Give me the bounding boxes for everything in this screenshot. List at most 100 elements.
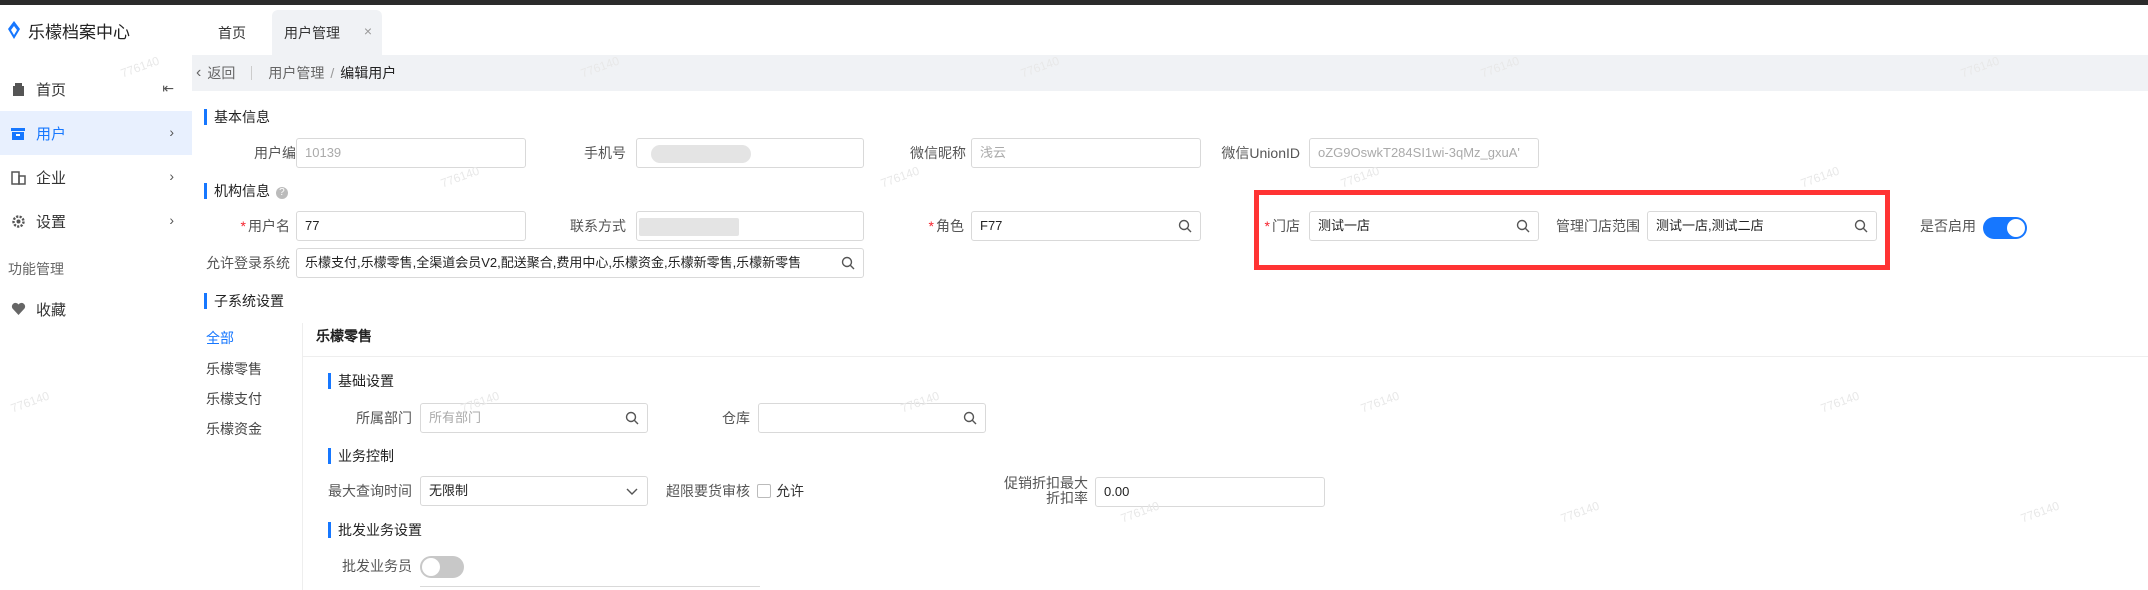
user-icon xyxy=(10,125,26,141)
chevron-down-icon xyxy=(626,488,638,495)
contact-label: 联系方式 xyxy=(570,218,626,234)
subnav-pay[interactable]: 乐檬支付 xyxy=(206,389,262,409)
max-query-label: 最大查询时间 xyxy=(328,483,412,499)
user-no-field[interactable]: 10139 xyxy=(296,138,526,168)
max-query-value: 无限制 xyxy=(429,483,469,498)
store-scope-field[interactable]: 测试一店,测试二店 xyxy=(1647,211,1877,241)
help-icon[interactable]: ? xyxy=(275,187,288,199)
search-icon[interactable] xyxy=(1516,219,1530,233)
store-scope-label: 管理门店范围 xyxy=(1556,218,1640,234)
search-icon[interactable] xyxy=(1178,219,1192,233)
chevron-right-icon: › xyxy=(169,212,174,228)
tab-bar: 首页 用户管理 × xyxy=(192,5,2148,55)
section-basic-info: 基本信息 xyxy=(204,108,270,126)
unionid-field[interactable]: oZG9OswkT284SI1wi-3qMz_gxuA' xyxy=(1309,138,1539,168)
search-icon[interactable] xyxy=(1854,219,1868,233)
user-no-label: 用户编号 xyxy=(254,145,310,161)
subnav-all[interactable]: 全部 xyxy=(206,328,234,348)
username-field[interactable]: 77 xyxy=(296,211,526,241)
panel-title: 乐檬零售 xyxy=(316,328,372,344)
username-label: * 用户名 xyxy=(240,218,290,234)
enabled-toggle[interactable] xyxy=(1983,217,2027,239)
section-org-info-title: 机构信息 xyxy=(214,183,270,199)
role-value: F77 xyxy=(980,218,1003,233)
max-query-select[interactable]: 无限制 xyxy=(420,476,648,506)
store-scope-value: 测试一店,测试二店 xyxy=(1656,218,1764,233)
sidebar-item-label: 收藏 xyxy=(36,301,67,319)
app-logo[interactable]: 乐檬档案中心 xyxy=(0,5,192,55)
role-label: * 角色 xyxy=(928,218,964,234)
redacted-phone xyxy=(651,145,751,163)
store-label: * 门店 xyxy=(1264,218,1300,234)
redacted-contact xyxy=(639,218,739,236)
wechat-nick-field[interactable]: 浅云 xyxy=(971,138,1201,168)
breadcrumb: ‹ 返回 用户管理 / 编辑用户 xyxy=(192,55,2148,91)
section-business-control: 业务控制 xyxy=(328,447,394,465)
unionid-label: 微信UnionID xyxy=(1221,145,1300,161)
department-field[interactable]: 所有部门 xyxy=(420,403,648,433)
store-label-text: 门店 xyxy=(1272,218,1300,234)
section-basic-settings: 基础设置 xyxy=(328,372,394,390)
search-icon[interactable] xyxy=(625,411,639,425)
sidebar-item-label: 首页 xyxy=(36,81,67,99)
subnav-fund[interactable]: 乐檬资金 xyxy=(206,419,262,439)
wechat-nick-label: 微信昵称 xyxy=(910,145,966,161)
chevron-right-icon: › xyxy=(169,168,174,184)
subnav-retail[interactable]: 乐檬零售 xyxy=(206,359,262,379)
next-field-edge xyxy=(420,586,760,590)
role-label-text: 角色 xyxy=(936,218,964,234)
allow-label: 允许 xyxy=(776,483,804,499)
sidebar-item-users[interactable]: 用户 › xyxy=(0,111,192,155)
discount-label: 促销折扣最大 折扣率 xyxy=(990,476,1088,506)
back-button[interactable]: ‹ 返回 xyxy=(196,63,235,83)
login-system-field[interactable]: 乐檬支付,乐檬零售,全渠道会员V2,配送聚合,费用中心,乐檬资金,乐檬新零售,乐… xyxy=(296,248,864,278)
sidebar-item-favorites[interactable]: 收藏 xyxy=(0,287,192,331)
section-org-info: 机构信息 ? xyxy=(204,182,288,200)
warehouse-label: 仓库 xyxy=(722,410,750,426)
collapse-icon[interactable]: ⇤ xyxy=(162,80,174,97)
sidebar-item-enterprise[interactable]: 企业 › xyxy=(0,155,192,199)
tab-label: 首页 xyxy=(218,24,246,41)
login-system-value: 乐檬支付,乐檬零售,全渠道会员V2,配送聚合,费用中心,乐檬资金,乐檬新零售,乐… xyxy=(305,255,802,270)
breadcrumb-parent[interactable]: 用户管理 xyxy=(268,63,324,83)
tab-user-management[interactable]: 用户管理 × xyxy=(272,10,382,55)
wholesale-clerk-toggle[interactable] xyxy=(420,556,464,578)
login-system-label: 允许登录系统 xyxy=(206,255,290,271)
tab-label: 用户管理 xyxy=(284,24,340,41)
breadcrumb-current: 编辑用户 xyxy=(340,65,397,81)
contact-field[interactable] xyxy=(636,211,864,241)
section-wholesale: 批发业务设置 xyxy=(328,521,422,539)
sidebar: 乐檬档案中心 首页 ⇤ 用户 › 企业 › 设置 › 功能管理 收藏 xyxy=(0,5,192,590)
function-group-label: 功能管理 xyxy=(8,261,64,277)
subnav-divider xyxy=(302,323,303,590)
app-title: 乐檬档案中心 xyxy=(28,22,130,42)
store-value: 测试一店 xyxy=(1318,218,1371,233)
store-field[interactable]: 测试一店 xyxy=(1309,211,1539,241)
discount-label-line1: 促销折扣最大 xyxy=(1004,475,1088,491)
section-subsystem: 子系统设置 xyxy=(204,292,284,310)
over-limit-label: 超限要货审核 xyxy=(666,483,750,499)
sidebar-item-label: 企业 xyxy=(36,169,67,187)
warehouse-field[interactable] xyxy=(758,403,986,433)
tab-home[interactable]: 首页 xyxy=(192,10,272,55)
allow-checkbox[interactable] xyxy=(757,484,771,498)
role-field[interactable]: F77 xyxy=(971,211,1201,241)
breadcrumb-separator: / xyxy=(330,65,335,81)
discount-field[interactable]: 0.00 xyxy=(1095,477,1325,507)
search-icon[interactable] xyxy=(841,256,855,270)
chevron-right-icon: › xyxy=(169,124,174,140)
toggle-knob xyxy=(2007,219,2025,237)
enabled-label: 是否启用 xyxy=(1920,218,1976,234)
heart-icon xyxy=(10,301,26,317)
wholesale-clerk-label: 批发业务员 xyxy=(342,558,412,574)
home-icon xyxy=(10,81,26,97)
department-label: 所属部门 xyxy=(356,410,412,426)
search-icon[interactable] xyxy=(963,411,977,425)
sidebar-item-settings[interactable]: 设置 › xyxy=(0,199,192,243)
sidebar-item-home[interactable]: 首页 ⇤ xyxy=(0,67,192,111)
close-icon[interactable]: × xyxy=(364,23,372,39)
phone-field[interactable] xyxy=(636,138,864,168)
panel-header-divider xyxy=(303,356,2148,357)
department-placeholder: 所有部门 xyxy=(429,410,482,425)
gear-icon xyxy=(10,213,26,229)
